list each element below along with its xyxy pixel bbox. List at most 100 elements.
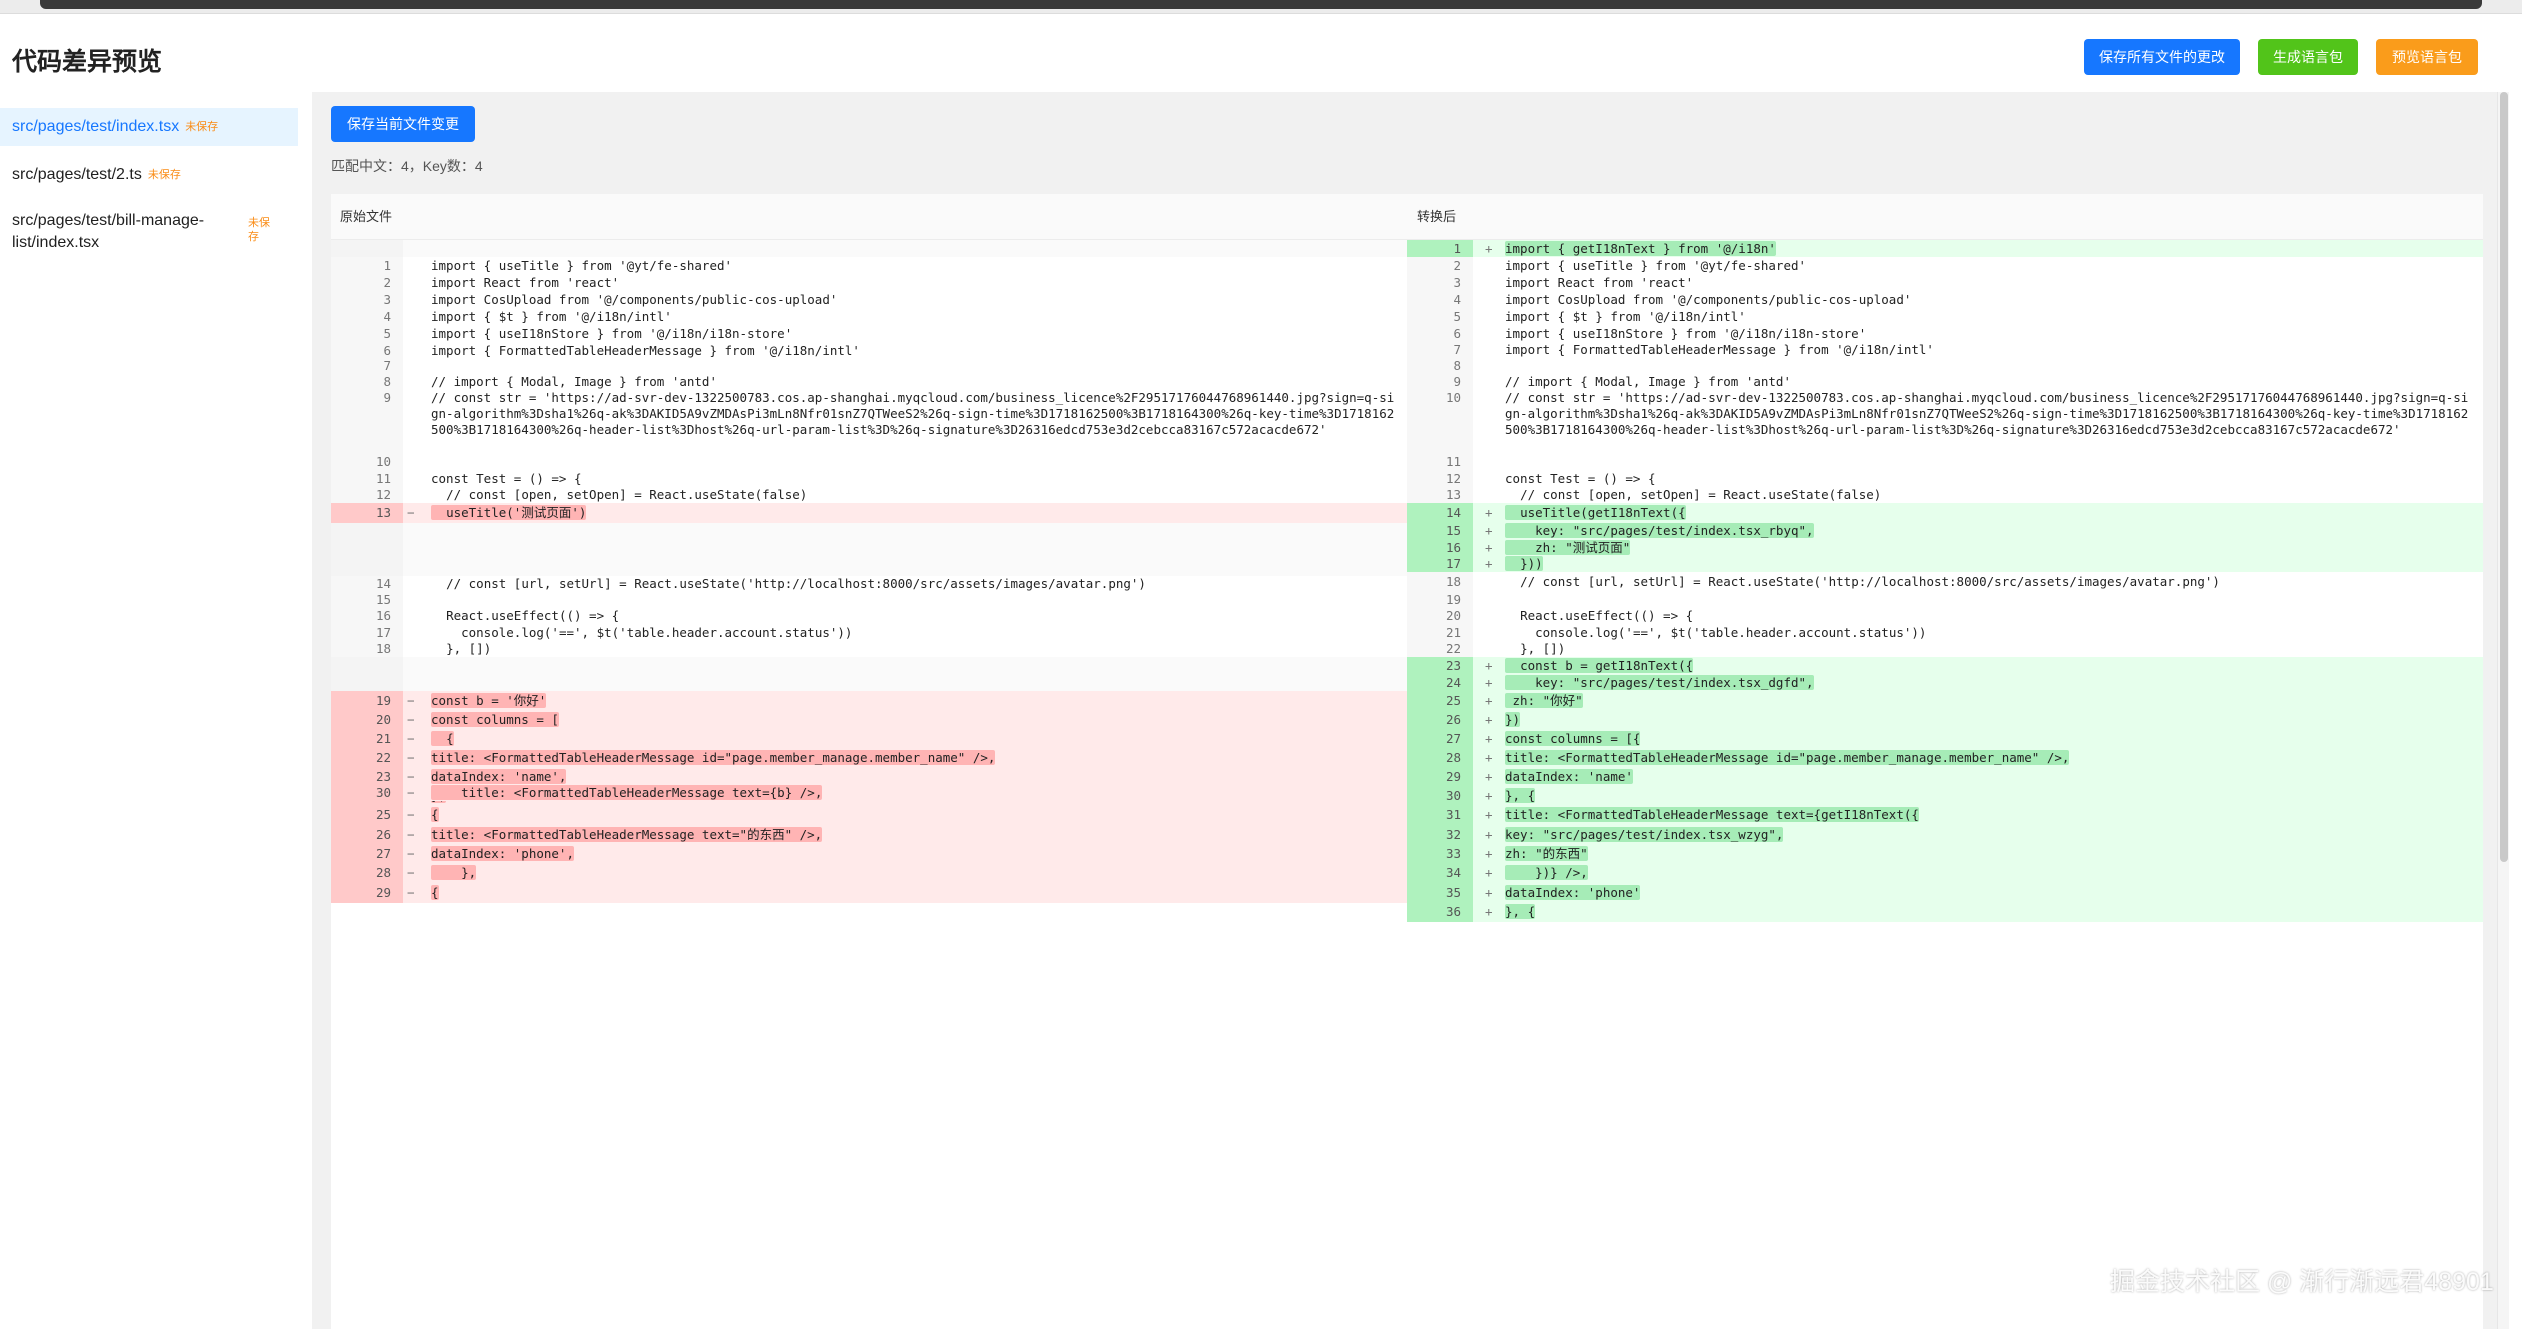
original-code-line [331, 657, 1407, 691]
code-text: useTitle('测试页面') [431, 505, 587, 520]
original-code-line: 19− const b = '你好' [331, 691, 1407, 711]
line-number: 13 [331, 503, 403, 523]
original-code-line: 1 import { useTitle } from '@yt/fe-shared… [331, 257, 1407, 274]
line-number: 19 [331, 691, 403, 711]
code-text: import { useTitle } from '@yt/fe-shared' [1505, 258, 1807, 273]
original-code-line: 9 // const str = 'https://ad-svr-dev-1322… [331, 390, 1407, 454]
line-number: 8 [331, 374, 403, 390]
save-current-file-button[interactable]: 保存当前文件变更 [331, 106, 475, 142]
preview-language-pack-button[interactable]: 预览语言包 [2376, 39, 2478, 75]
code-text: key: "src/pages/test/index.tsx_wzyg", [1505, 827, 1784, 842]
converted-code-line: 22 }, []) [1407, 641, 2483, 657]
line-number: 22 [331, 748, 403, 768]
line-number: 9 [331, 390, 403, 454]
original-code-line: 30− title: <FormattedTableHeaderMessage … [331, 784, 1407, 801]
converted-code-line: 8 [1407, 358, 2483, 374]
code-text: const columns = [ [431, 712, 559, 727]
removed-marker: − [407, 731, 415, 746]
original-code-line [331, 523, 1407, 576]
added-marker: + [1485, 556, 1493, 571]
original-code-line: 4 import { $t } from '@/i18n/intl' [331, 308, 1407, 325]
code-text: dataIndex: 'phone' [1505, 885, 1641, 900]
converted-code-line: 12 const Test = () => { [1407, 470, 2483, 487]
converted-code-line: 31 + title: <FormattedTableHeaderMessage t… [1407, 805, 2483, 825]
added-marker: + [1485, 675, 1493, 690]
code-text: import { getI18nText } from '@/i18n' [1505, 241, 1776, 256]
original-code-line: 25− { [331, 805, 1407, 825]
file-list-sidebar: src/pages/test/index.tsx 未保存 src/pages/te… [0, 100, 310, 1329]
line-number: 5 [331, 325, 403, 342]
code-text: }, [431, 865, 477, 880]
line-number: 10 [331, 454, 403, 470]
converted-code-line: 26 +}) [1407, 710, 2483, 729]
file-item-2-ts[interactable]: src/pages/test/2.ts 未保存 [0, 156, 298, 194]
added-marker: + [1485, 885, 1493, 900]
original-code-line: 21− { [331, 729, 1407, 749]
removed-marker: − [407, 750, 415, 765]
removed-marker: − [407, 505, 415, 520]
code-text: }, []) [431, 641, 492, 656]
removed-marker: − [407, 827, 415, 842]
line-number: 21 [1407, 624, 1473, 641]
save-all-files-button[interactable]: 保存所有文件的更改 [2084, 39, 2240, 75]
page-header: 代码差异预览 保存所有文件的更改 生成语言包 预览语言包 [0, 14, 2522, 100]
line-number: 12 [331, 487, 403, 503]
generate-language-pack-button[interactable]: 生成语言包 [2258, 39, 2358, 75]
file-name: src/pages/test/2.ts [12, 166, 142, 183]
converted-code-line: 34 + })} />, [1407, 863, 2483, 883]
converted-code-line: 1 + import { getI18nText } from '@/i18n' [1407, 240, 2483, 257]
original-code-line: 20− const columns = [ [331, 710, 1407, 730]
code-text: { [431, 731, 454, 746]
added-marker: + [1485, 904, 1493, 919]
line-number: 2 [1407, 257, 1473, 274]
line-number: 12 [1407, 470, 1473, 487]
converted-file-pane: 转换后 1 + import { getI18nText } from '@/i18… [1407, 194, 2483, 1329]
line-number: 15 [1407, 522, 1473, 539]
code-text: // import { Modal, Image } from 'antd' [1505, 374, 1791, 389]
line-number: 6 [1407, 325, 1473, 342]
converted-code-line: 7 import { FormattedTableHeaderMessage } … [1407, 342, 2483, 358]
diff-viewer: 原始文件 1 import { useTitle } from '@yt/fe-s… [331, 194, 2483, 1329]
line-number: 18 [1407, 572, 1473, 592]
original-code-line: 15 [331, 592, 1407, 608]
code-text: { [431, 885, 439, 900]
line-number: 29 [1407, 767, 1473, 786]
code-text: import CosUpload from '@/components/publ… [431, 292, 838, 307]
line-number: 11 [331, 470, 403, 487]
converted-code-line: 14 + useTitle(getI18nText({ [1407, 503, 2483, 522]
original-code-line: 29− { [331, 883, 1407, 903]
scrollbar-thumb[interactable] [2500, 92, 2508, 862]
line-number [331, 657, 403, 691]
file-name: src/pages/test/index.tsx [12, 118, 180, 135]
line-number: 7 [331, 358, 403, 374]
original-code-line: 18 }, []) [331, 641, 1407, 657]
code-text: console.log('==', $t('table.header.accou… [431, 625, 853, 640]
line-number: 3 [331, 291, 403, 308]
line-number: 23 [1407, 657, 1473, 674]
code-text: // const str = 'https://ad-svr-dev-13225… [1505, 390, 2469, 437]
converted-code-line: 17 + })) [1407, 556, 2483, 572]
watermark: 掘金技术社区 @ 渐行渐远君48901 [2110, 1268, 2494, 1296]
added-marker: + [1485, 807, 1493, 822]
code-text: dataIndex: 'phone', [431, 846, 574, 861]
original-code-line: 16 React.useEffect(() => { [331, 608, 1407, 624]
code-text: // import { Modal, Image } from 'antd' [431, 374, 717, 389]
file-item-index-tsx[interactable]: src/pages/test/index.tsx 未保存 [0, 108, 298, 146]
code-text: const Test = () => { [431, 471, 582, 486]
line-number: 13 [1407, 487, 1473, 503]
removed-marker: − [407, 693, 415, 708]
added-marker: + [1485, 788, 1493, 803]
code-text: import CosUpload from '@/components/publ… [1505, 292, 1912, 307]
code-text: }) [1505, 712, 1521, 727]
code-text: dataIndex: 'name' [1505, 769, 1633, 784]
line-number: 26 [1407, 710, 1473, 729]
line-number [331, 240, 403, 257]
removed-marker: − [407, 846, 415, 861]
code-text: })} />, [1505, 865, 1588, 880]
line-number: 7 [1407, 342, 1473, 358]
line-number: 3 [1407, 274, 1473, 291]
file-item-bill-manage-list[interactable]: src/pages/test/bill-manage-list/index.ts… [0, 204, 298, 262]
code-text: import { FormattedTableHeaderMessage } f… [1505, 342, 1934, 357]
vertical-scrollbar[interactable] [2497, 92, 2509, 1329]
original-file-pane: 原始文件 1 import { useTitle } from '@yt/fe-s… [331, 194, 1407, 1329]
